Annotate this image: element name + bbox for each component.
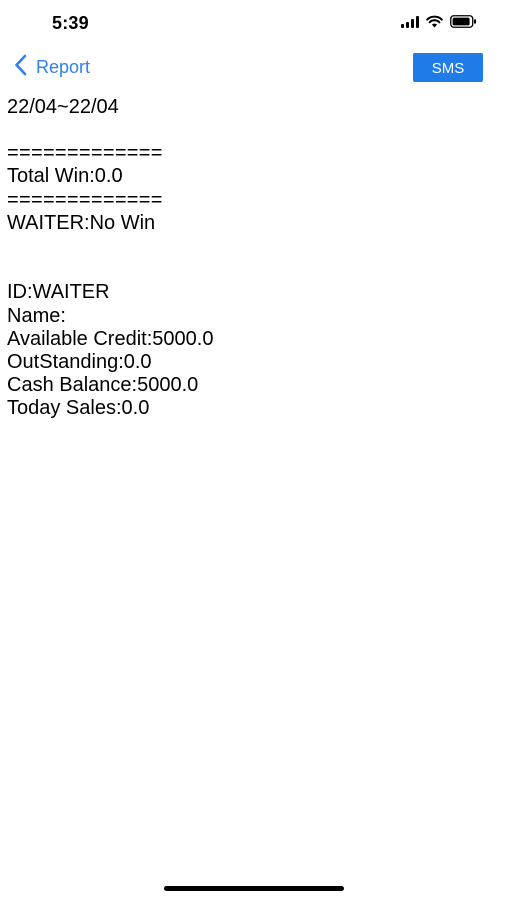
status-bar: 5:39 [0, 0, 507, 48]
back-label: Report [36, 57, 91, 77]
waiter-name: Name: [7, 304, 66, 327]
total-win: Total Win:0.0 [7, 165, 123, 188]
navigation-bar: Report SMS [0, 52, 507, 86]
today-sales: Today Sales:0.0 [7, 397, 150, 420]
status-time: 5:39 [52, 13, 89, 33]
cellular-signal-icon [401, 15, 419, 28]
cash-balance: Cash Balance:5000.0 [7, 374, 199, 397]
status-icons [401, 15, 477, 28]
battery-icon [450, 15, 477, 28]
back-button[interactable]: Report [14, 54, 90, 81]
home-indicator[interactable] [164, 886, 344, 891]
waiter-id: ID:WAITER [7, 281, 110, 304]
date-range: 22/04~22/04 [7, 96, 119, 118]
available-credit: Available Credit:5000.0 [7, 327, 214, 350]
report-text: 22/04~22/04 ============= Total Win:0.0 … [7, 96, 497, 421]
sms-button[interactable]: SMS [413, 53, 483, 82]
chevron-left-icon [14, 54, 28, 81]
separator-line: ============= [7, 142, 163, 165]
separator-line: ============= [7, 188, 163, 211]
waiter-result: WAITER:No Win [7, 211, 156, 234]
wifi-icon [426, 15, 443, 28]
outstanding: OutStanding:0.0 [7, 351, 152, 373]
